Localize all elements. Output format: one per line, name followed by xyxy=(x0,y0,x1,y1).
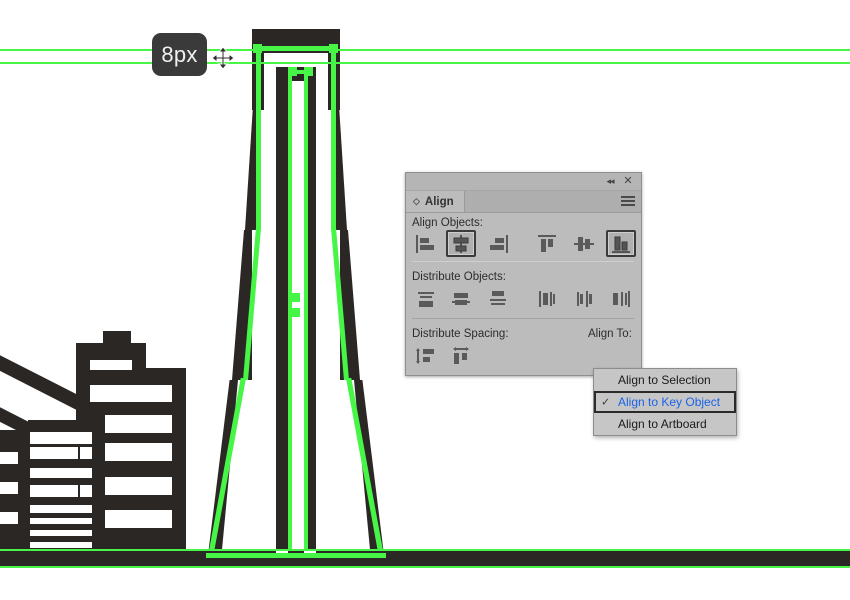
anchor-point xyxy=(291,293,300,302)
ground-bar xyxy=(0,550,850,567)
selection-path-right-edge xyxy=(331,46,336,114)
city-window xyxy=(105,415,172,433)
horizontal-distribute-left-button[interactable] xyxy=(532,285,562,312)
selection-path-leg-left xyxy=(256,110,261,230)
align-panel: ◂◂ ✕ ◇ Align Align Objects: Distribute O… xyxy=(405,172,642,376)
horizontal-distribute-center-button[interactable] xyxy=(569,285,599,312)
city-window xyxy=(0,482,18,494)
smart-guide-ground-bottom xyxy=(0,566,850,568)
selection-path-left-edge xyxy=(256,46,261,114)
smart-guide-top xyxy=(0,49,850,51)
tower-leg-outer-right-3 xyxy=(354,380,384,555)
measurement-badge: 8px xyxy=(152,33,207,76)
vertical-align-top-button[interactable] xyxy=(532,230,562,257)
smart-guide-second xyxy=(0,62,850,64)
tab-align[interactable]: ◇ Align xyxy=(406,191,465,212)
menu-item-label: Align to Selection xyxy=(618,373,711,387)
measurement-value: 8px xyxy=(161,41,198,67)
city-window xyxy=(80,485,92,497)
menu-item-align-to-key-object[interactable]: ✓ Align to Key Object xyxy=(594,391,736,413)
horizontal-align-center-button[interactable] xyxy=(446,230,476,257)
tower-top-cap xyxy=(252,29,340,44)
collapse-double-chevron-icon[interactable]: ◂◂ xyxy=(603,175,617,188)
city-window xyxy=(105,443,172,461)
move-cursor-icon xyxy=(211,46,235,70)
city-window xyxy=(30,468,92,478)
check-icon: ✓ xyxy=(601,396,611,409)
tower-leg-inner-left xyxy=(276,110,288,555)
distribute-spacing-label: Distribute Spacing: xyxy=(412,328,509,340)
panel-title: Align xyxy=(424,195,454,208)
menu-item-label: Align to Artboard xyxy=(618,417,707,431)
anchor-point xyxy=(291,308,300,317)
city-window xyxy=(30,485,78,497)
city-window xyxy=(30,447,78,459)
align-to-label: Align To: xyxy=(588,328,632,340)
city-window xyxy=(30,432,92,444)
panel-tabbar: ◇ Align xyxy=(406,191,641,213)
vertical-align-bottom-button[interactable] xyxy=(606,230,636,257)
city-window xyxy=(105,510,172,528)
city-window xyxy=(80,447,92,459)
horizontal-align-right-button[interactable] xyxy=(483,230,513,257)
city-window xyxy=(30,542,92,548)
smart-guide-ground-top xyxy=(0,549,850,551)
align-objects-label: Align Objects: xyxy=(412,217,483,229)
distribute-objects-label: Distribute Objects: xyxy=(412,271,506,283)
city-building-antenna xyxy=(103,331,131,345)
panel-divider xyxy=(412,261,634,262)
menu-item-align-to-artboard[interactable]: Align to Artboard xyxy=(594,413,736,435)
tower-leg-outer-left-3 xyxy=(208,380,238,555)
city-window xyxy=(90,385,172,402)
city-window xyxy=(30,505,92,513)
illustrator-canvas: 8px ◂◂ ✕ ◇ Align Align Objects: Distribu… xyxy=(0,0,850,600)
horizontal-distribute-space-button[interactable] xyxy=(446,342,476,369)
city-window xyxy=(30,518,92,524)
align-to-dropdown-menu: Align to Selection ✓ Align to Key Object… xyxy=(593,368,737,436)
panel-divider xyxy=(412,318,634,319)
horizontal-align-left-button[interactable] xyxy=(411,230,441,257)
selection-path-base-bottom xyxy=(206,553,386,558)
horizontal-distribute-right-button[interactable] xyxy=(606,285,636,312)
panel-titlebar: ◂◂ ✕ xyxy=(406,173,641,191)
menu-item-label: Align to Key Object xyxy=(618,395,721,409)
city-window xyxy=(30,530,92,536)
city-window xyxy=(105,477,172,495)
vertical-distribute-center-button[interactable] xyxy=(446,285,476,312)
vertical-distribute-space-button[interactable] xyxy=(411,342,441,369)
close-icon[interactable]: ✕ xyxy=(621,175,635,188)
vertical-align-center-button[interactable] xyxy=(569,230,599,257)
city-window xyxy=(0,512,18,524)
city-window xyxy=(0,452,18,464)
vertical-distribute-top-button[interactable] xyxy=(411,285,441,312)
vertical-distribute-bottom-button[interactable] xyxy=(483,285,513,312)
city-window xyxy=(90,360,132,370)
panel-menu-icon[interactable] xyxy=(621,196,635,207)
selection-path-inner-right xyxy=(304,70,308,555)
menu-item-align-to-selection[interactable]: Align to Selection xyxy=(594,369,736,391)
diamond-icon: ◇ xyxy=(413,196,420,206)
selection-path-leg-right xyxy=(331,110,336,230)
